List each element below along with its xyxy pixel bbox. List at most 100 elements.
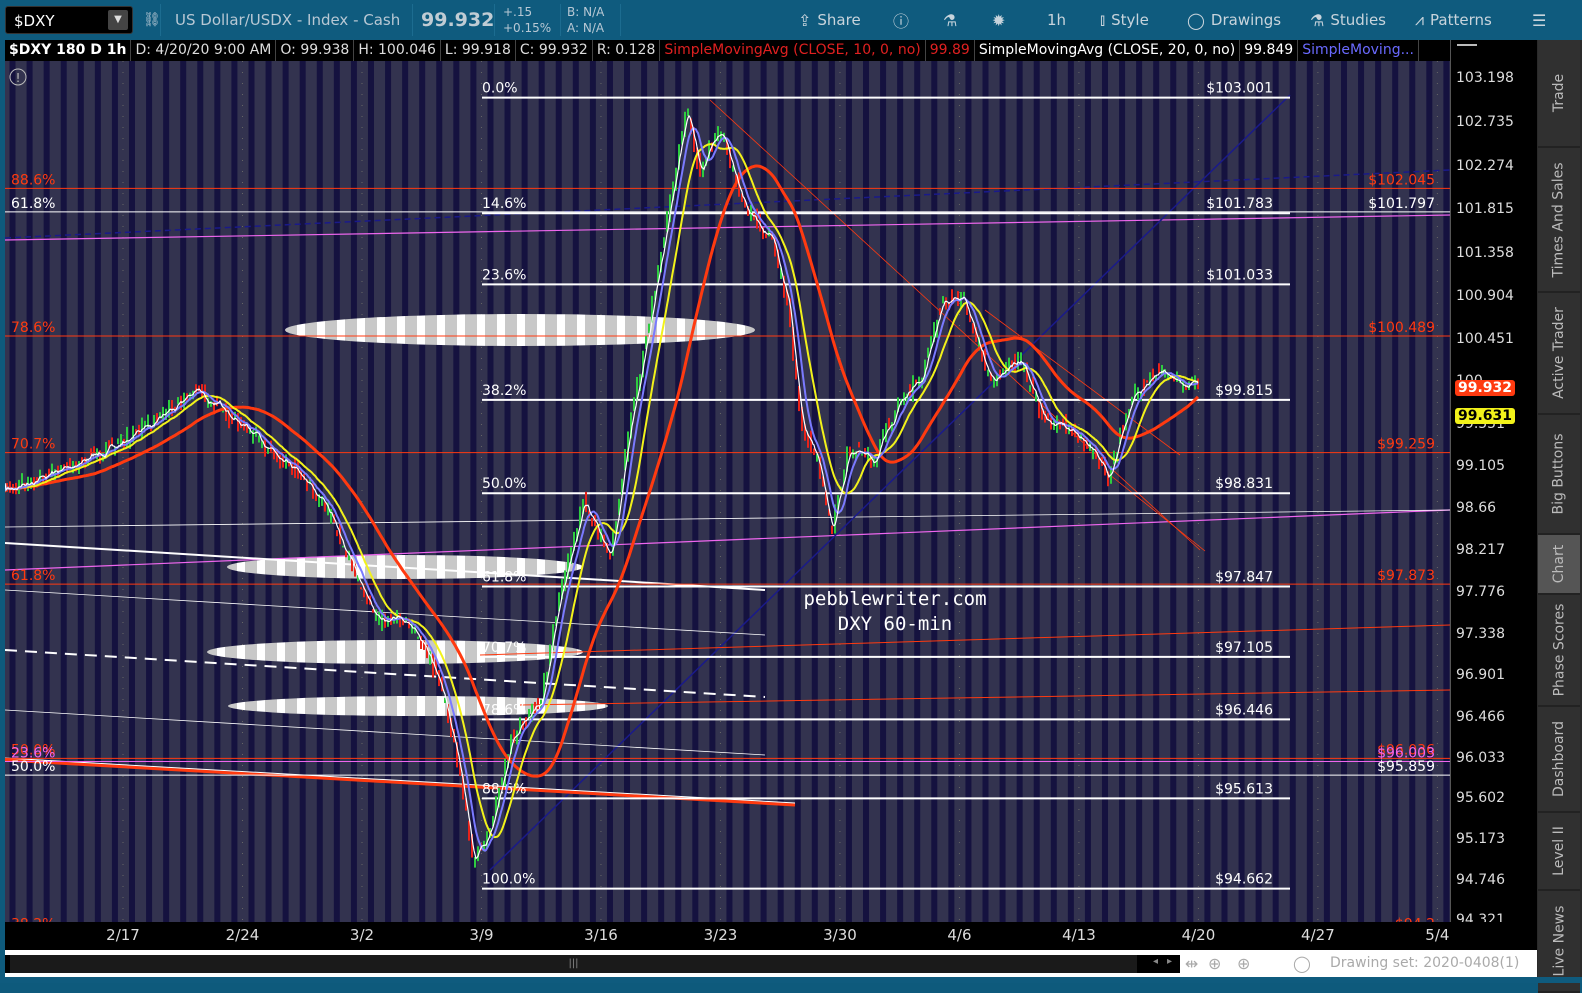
menu-button[interactable]: ☰ bbox=[1532, 0, 1546, 40]
session-stripe bbox=[1050, 61, 1057, 922]
fib-white-price: $101.033 bbox=[1206, 267, 1273, 283]
session-stripe bbox=[1443, 61, 1450, 922]
candle-icon: ⫾ bbox=[1100, 10, 1106, 29]
range-value: R: 0.128 bbox=[593, 40, 661, 61]
sidebar-tab-level-ii[interactable]: Level II bbox=[1538, 813, 1580, 891]
sidebar-tab-label: Times And Sales bbox=[1551, 161, 1567, 278]
watermark-line2: DXY 60-min bbox=[838, 613, 952, 635]
sidebar-tab-phase-scores[interactable]: Phase Scores bbox=[1538, 595, 1580, 707]
date-tick: 4/27 bbox=[1301, 926, 1335, 944]
flask-icon: ⚗ bbox=[1310, 10, 1325, 30]
price-tick: 95.602 bbox=[1456, 790, 1505, 807]
chart-canvas[interactable]: 88.6% $102.045 78.6% $100.489 70.7% $99.259 61… bbox=[3, 61, 1451, 933]
session-stripe bbox=[282, 61, 289, 922]
dropdown-arrow-icon[interactable]: ▼ bbox=[108, 10, 128, 30]
alert-icon-glyph: ! bbox=[16, 71, 21, 85]
symbol-selector[interactable]: $DXY ▼ bbox=[5, 6, 133, 34]
session-stripe bbox=[60, 61, 67, 922]
scroll-left-icon[interactable]: ◂ bbox=[1153, 956, 1158, 967]
percent-change: +0.15% bbox=[503, 21, 552, 35]
session-stripe bbox=[794, 61, 801, 922]
style-button[interactable]: ⫾ Style bbox=[1100, 0, 1149, 40]
highlight-ellipse bbox=[207, 640, 583, 664]
price-axis[interactable]: 103.198 102.735 102.274 101.815 101.358 100.9… bbox=[1450, 40, 1537, 928]
drawing-set-label[interactable]: Drawing set: 2020-0408(1) bbox=[1330, 955, 1519, 971]
scroll-thumb[interactable]: ||| bbox=[10, 955, 1137, 973]
sidebar-tab-label: Big Buttons bbox=[1551, 433, 1567, 515]
sidebar-tab-dashboard[interactable]: Dashboard bbox=[1538, 707, 1580, 813]
price-tick: 98.217 bbox=[1456, 542, 1505, 559]
session-stripe bbox=[1067, 61, 1074, 922]
sma2-label[interactable]: SimpleMovingAvg (CLOSE, 20, 0, no) bbox=[975, 40, 1241, 61]
crosshair-icon[interactable]: ⊕ bbox=[1208, 954, 1221, 973]
open-value: O: 99.938 bbox=[276, 40, 355, 61]
session-stripe bbox=[1119, 61, 1126, 922]
session-stripe bbox=[1289, 61, 1296, 922]
session-stripe bbox=[231, 61, 238, 922]
session-stripe bbox=[1409, 61, 1416, 922]
info-button[interactable]: ⓘ bbox=[893, 0, 909, 40]
session-stripe bbox=[248, 61, 255, 922]
sidebar-tab-trade[interactable]: Trade bbox=[1538, 40, 1580, 148]
patterns-button[interactable]: ⩘ Patterns bbox=[1415, 0, 1492, 40]
sidebar-tab-label: Trade bbox=[1551, 73, 1567, 113]
session-stripe bbox=[129, 61, 135, 922]
date-tick: 3/9 bbox=[469, 926, 494, 944]
session-stripe bbox=[897, 61, 904, 922]
share-button[interactable]: ⇪ Share bbox=[798, 0, 861, 40]
ellipse-icon: ◯ bbox=[1187, 10, 1205, 30]
session-stripe bbox=[146, 61, 153, 922]
session-stripe bbox=[333, 61, 340, 922]
trend-line bbox=[4, 709, 766, 756]
timeframe-label: 1h bbox=[1047, 11, 1067, 29]
highlight-ellipse bbox=[285, 314, 755, 346]
sidebar-tab-times-and-sales[interactable]: Times And Sales bbox=[1538, 148, 1580, 293]
price-tick: 99.105 bbox=[1456, 458, 1505, 475]
drawings-button[interactable]: ◯ Drawings bbox=[1187, 0, 1281, 40]
session-stripe bbox=[180, 61, 187, 922]
price-chart[interactable]: 88.6% $102.045 78.6% $100.489 70.7% $99.259 61… bbox=[3, 61, 1451, 933]
expand-icon[interactable]: ⇹ bbox=[1185, 954, 1198, 973]
scroll-right-icon[interactable]: ▸ bbox=[1167, 956, 1172, 967]
sma2-value: 99.849 bbox=[1240, 40, 1299, 61]
axis-scale-icon[interactable] bbox=[1457, 44, 1477, 46]
settings-button[interactable]: ✹ bbox=[992, 0, 1005, 40]
studies-label: Studies bbox=[1330, 11, 1386, 29]
date-axis[interactable]: 2/17 2/24 3/2 3/9 3/16 3/23 3/30 4/6 4/13 4/20 4/2… bbox=[5, 922, 1537, 950]
date-tick: 2/24 bbox=[225, 926, 260, 944]
flask-button[interactable]: ⚗ bbox=[943, 0, 957, 40]
fib-white-price: $95.613 bbox=[1215, 781, 1273, 797]
chart-title: $DXY 180 D 1h bbox=[5, 40, 132, 61]
fib-white-pct: 100.0% bbox=[482, 872, 535, 888]
date-tick: 4/20 bbox=[1181, 926, 1216, 944]
fib-red-price: $99.259 bbox=[1377, 437, 1435, 453]
last-price-tag: 99.932 bbox=[1455, 379, 1516, 396]
price-tick: 96.466 bbox=[1456, 708, 1505, 725]
sidebar-tab-big-buttons[interactable]: Big Buttons bbox=[1538, 415, 1580, 535]
drawing-set-icon[interactable]: ◯ bbox=[1293, 954, 1311, 973]
link-icon[interactable]: ⛓ bbox=[143, 0, 161, 40]
fib-price: $101.797 bbox=[1368, 196, 1435, 212]
date-tick: 3/23 bbox=[703, 926, 738, 944]
zoom-icon[interactable]: ⊕ bbox=[1237, 954, 1250, 973]
fib-white-price: $101.783 bbox=[1206, 196, 1273, 212]
session-stripe bbox=[641, 61, 648, 922]
fib-red-pct: 78.6% bbox=[11, 320, 55, 336]
price-tick: 102.735 bbox=[1456, 113, 1514, 130]
sidebar-tab-active-trader[interactable]: Active Trader bbox=[1538, 293, 1580, 415]
sidebar-tab-chart[interactable]: Chart bbox=[1538, 535, 1580, 595]
session-stripe bbox=[863, 61, 870, 922]
session-stripe bbox=[948, 61, 955, 922]
fib-white-price: $97.847 bbox=[1215, 570, 1273, 586]
horizontal-scrollbar[interactable]: ||| bbox=[5, 955, 1180, 973]
date-tick: 4/13 bbox=[1062, 926, 1096, 944]
studies-button[interactable]: ⚗ Studies bbox=[1310, 0, 1386, 40]
symbol-description: US Dollar/USDX - Index - Cash bbox=[175, 11, 401, 29]
timeframe-button[interactable]: 1h bbox=[1047, 0, 1066, 40]
net-change: +.15 bbox=[503, 5, 533, 19]
fib-white-price: $94.662 bbox=[1215, 872, 1273, 888]
price-tick: 94.746 bbox=[1456, 871, 1505, 888]
low-value: L: 99.918 bbox=[441, 40, 516, 61]
sma3-label[interactable]: SimpleMoving... bbox=[1298, 40, 1419, 61]
sma1-label[interactable]: SimpleMovingAvg (CLOSE, 10, 0, no) bbox=[660, 40, 926, 61]
